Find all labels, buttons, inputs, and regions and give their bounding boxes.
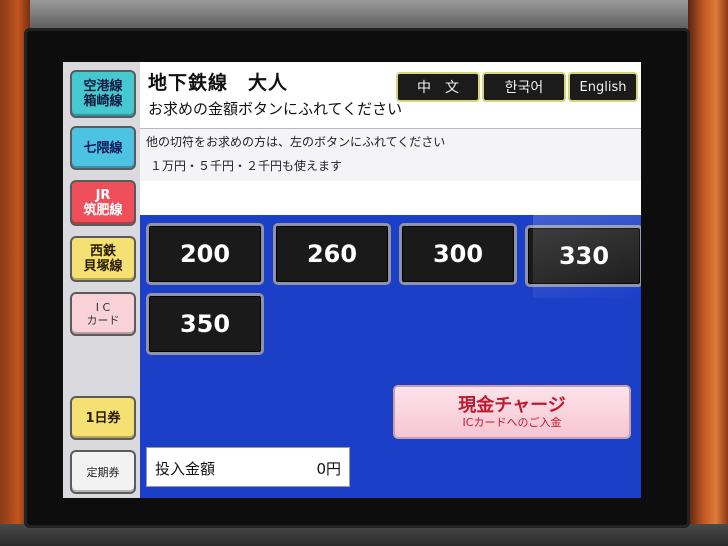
language-button-chinese[interactable]: 中 文	[396, 72, 480, 102]
line-button-nishitetsu-kaizuka[interactable]: 西鉄 貝塚線	[70, 236, 136, 282]
machine-right-panel	[688, 0, 728, 546]
line-button-ic-card[interactable]: I C カード	[70, 292, 136, 336]
screen-header: 地下鉄線 大人 お求めの金額ボタンにふれてください 中 文 한국어 Englis…	[140, 62, 641, 128]
instruction-text: お求めの金額ボタンにふれてください	[148, 100, 403, 118]
commuter-pass-button[interactable]: 定期券	[70, 450, 136, 494]
fare-selection-panel: 200 260 300 330 350 現金チャージ ICカードへのご入金 投入…	[140, 215, 641, 498]
line-button-label: I C	[95, 301, 111, 314]
line-button-label: 西鉄	[89, 244, 116, 259]
fare-button-260[interactable]: 260	[273, 223, 391, 285]
ticket-machine-screen: 空港線 箱崎線 七隈線 JR 筑肥線 西鉄 貝塚線 I C カード 1日券 定期…	[63, 62, 641, 498]
info-other-tickets: 他の切符をお求めの方は、左のボタンにふれてください	[146, 135, 446, 149]
line-button-label: 箱崎線	[83, 94, 123, 109]
line-button-label: 空港線	[83, 79, 123, 94]
message-band	[140, 181, 641, 216]
machine-top-frame	[0, 0, 728, 30]
deposit-value: 0円	[316, 460, 341, 478]
line-button-label: 筑肥線	[83, 203, 123, 218]
info-accepted-bills: １万円・５千円・２千円も使えます	[150, 159, 343, 173]
page-title: 地下鉄線 大人	[148, 72, 289, 94]
fare-button-300[interactable]: 300	[399, 223, 517, 285]
cash-charge-label: 現金チャージ	[458, 394, 566, 416]
line-button-label: 貝塚線	[83, 259, 123, 274]
language-label: English	[579, 79, 627, 95]
line-button-airport-hakozaki[interactable]: 空港線 箱崎線	[70, 70, 136, 118]
cash-charge-sublabel: ICカードへのご入金	[462, 415, 562, 429]
language-button-korean[interactable]: 한국어	[482, 72, 566, 102]
fare-button-330[interactable]: 330	[525, 225, 641, 287]
info-panel: 他の切符をお求めの方は、左のボタンにふれてください １万円・５千円・２千円も使え…	[140, 128, 641, 182]
line-button-label: JR	[95, 188, 111, 203]
line-button-nanakuma[interactable]: 七隈線	[70, 126, 136, 170]
language-label: 中 文	[417, 80, 459, 96]
deposit-label: 投入金額	[155, 460, 216, 478]
line-button-label: 定期券	[86, 465, 120, 479]
line-button-label: 七隈線	[83, 140, 123, 156]
fare-button-350[interactable]: 350	[146, 293, 264, 355]
fare-button-200[interactable]: 200	[146, 223, 264, 285]
line-button-label: カード	[86, 314, 120, 327]
language-button-english[interactable]: English	[568, 72, 638, 102]
one-day-pass-button[interactable]: 1日券	[70, 396, 136, 440]
cash-charge-button[interactable]: 現金チャージ ICカードへのご入金	[393, 385, 631, 439]
deposit-amount-display: 投入金額 0円	[146, 447, 350, 487]
language-label: 한국어	[504, 80, 544, 96]
line-button-label: 1日券	[85, 410, 121, 426]
line-selector-column: 空港線 箱崎線 七隈線 JR 筑肥線 西鉄 貝塚線 I C カード 1日券 定期…	[63, 62, 140, 498]
line-button-jr-chikuhi[interactable]: JR 筑肥線	[70, 180, 136, 226]
